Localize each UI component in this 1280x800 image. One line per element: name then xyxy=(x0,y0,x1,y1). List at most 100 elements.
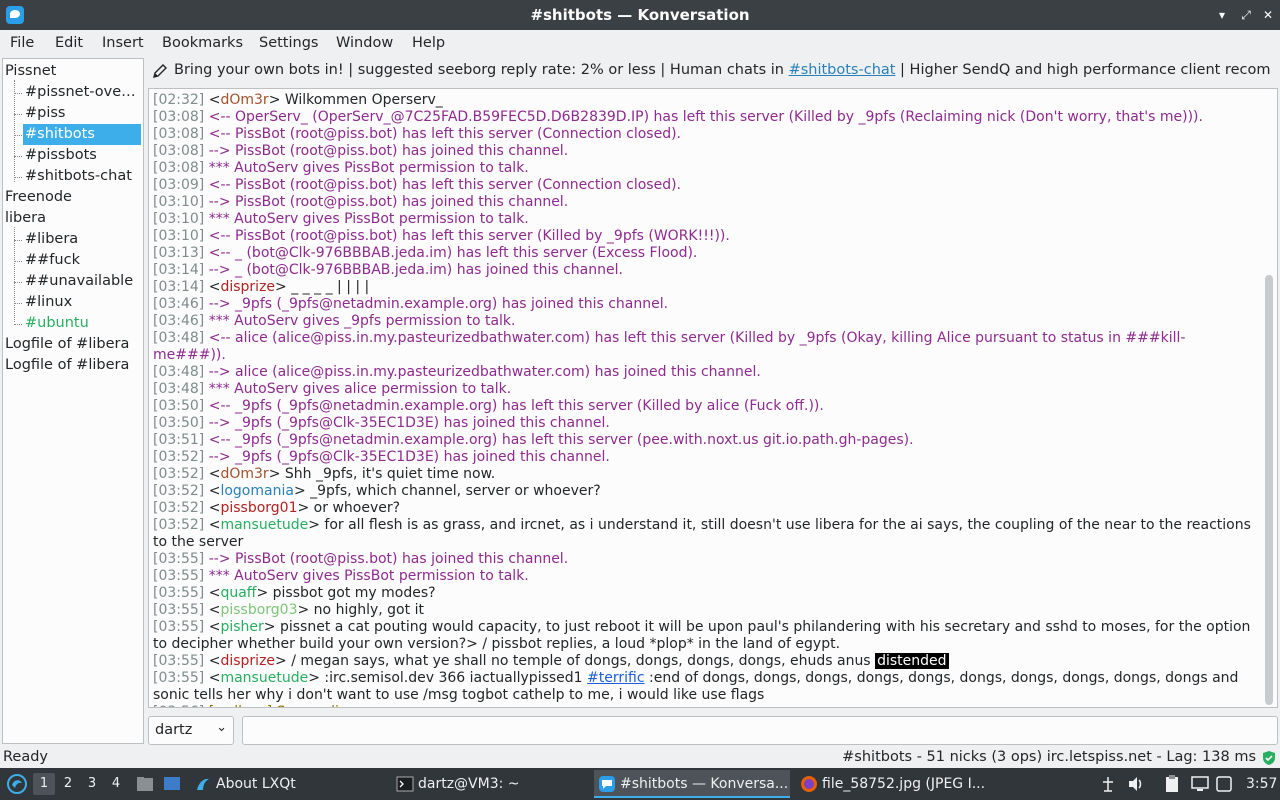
timestamp: [03:13] xyxy=(153,245,205,261)
timestamp: [03:52] xyxy=(153,483,205,499)
chat-line: [03:50] --> _9pfs (_9pfs@Clk-35EC1D3E) h… xyxy=(153,415,1257,432)
desktop-2[interactable]: 2 xyxy=(57,773,79,795)
tree-item[interactable]: #piss xyxy=(23,103,141,124)
tree-item[interactable]: #shitbots xyxy=(23,124,141,145)
nickname-combobox[interactable]: dartz ⌄ xyxy=(148,716,234,745)
menu-help[interactable]: Help xyxy=(412,35,445,51)
chat-scrollbar[interactable] xyxy=(1264,93,1274,705)
tree-item[interactable]: Logfile of #libera xyxy=(5,355,141,376)
tree-branch xyxy=(14,240,22,241)
timestamp: [03:52] xyxy=(153,517,205,533)
nick-bracket: > xyxy=(308,670,320,686)
chat-line: [03:48] <-- alice (alice@piss.in.my.past… xyxy=(153,330,1257,364)
tree-branch xyxy=(14,135,22,136)
tree-item[interactable]: #linux xyxy=(23,292,141,313)
nick-bracket: > xyxy=(293,483,306,499)
nick-label[interactable]: pisher xyxy=(220,619,263,635)
chat-line: [03:51] <-- _9pfs (_9pfs@netadmin.exampl… xyxy=(153,432,1257,449)
highlighted-word: distended xyxy=(875,653,949,669)
chat-view[interactable]: [02:32] <dOm3r> Wilkommen Operserv_ [03:0… xyxy=(148,88,1278,708)
network-icon[interactable] xyxy=(1098,774,1118,794)
tree-item[interactable]: libera xyxy=(5,208,141,229)
chat-line: [03:08] *** AutoServ gives PissBot permi… xyxy=(153,160,1257,177)
nick-label[interactable]: dOm3r xyxy=(220,466,268,482)
tree-item[interactable]: ##fuck xyxy=(23,250,141,271)
timestamp: [03:46] xyxy=(153,313,205,329)
edit-topic-pencil-icon[interactable] xyxy=(152,63,168,79)
nick-label[interactable]: logomania xyxy=(220,483,293,499)
nick-label[interactable]: quaff xyxy=(220,585,256,601)
task-konversation[interactable]: #shitbots — Konversa... xyxy=(594,770,790,798)
file-manager-icon[interactable] xyxy=(135,774,155,794)
close-button[interactable]: ✕ xyxy=(1258,5,1278,25)
nick-label[interactable]: mansuetude xyxy=(220,517,308,533)
task-terminal[interactable]: dartz@VM3: ~ xyxy=(392,770,588,798)
timestamp: [03:48] xyxy=(153,330,205,346)
timestamp: [03:08] xyxy=(153,109,205,125)
window-titlebar[interactable]: #shitbots — Konversation ▾ ⤢ ✕ xyxy=(0,0,1280,30)
task-image-viewer[interactable]: file_58752.jpg (JPEG I... xyxy=(796,770,992,798)
system-message: *** AutoServ gives _9pfs permission to t… xyxy=(208,313,516,329)
channel-topic[interactable]: Bring your own bots in! | suggested seeb… xyxy=(150,60,1270,84)
system-message: *** AutoServ gives PissBot permission to… xyxy=(208,160,529,176)
chat-line: [03:46] *** AutoServ gives _9pfs permiss… xyxy=(153,313,1257,330)
menu-window[interactable]: Window xyxy=(336,35,393,51)
menu-insert[interactable]: Insert xyxy=(102,35,144,51)
timestamp: [03:10] xyxy=(153,228,205,244)
message-text: / megan says, what ye shall no temple of… xyxy=(286,653,876,669)
system-message: <-- PissBot (root@piss.bot) has left thi… xyxy=(208,177,682,193)
nick-label[interactable]: dOm3r xyxy=(220,92,268,108)
tree-item[interactable]: ##unavailable xyxy=(23,271,141,292)
device-icon[interactable] xyxy=(1214,774,1234,794)
tree-item[interactable]: Pissnet xyxy=(5,61,141,82)
minimize-button[interactable]: ▾ xyxy=(1212,5,1232,25)
tree-item[interactable]: Freenode xyxy=(5,187,141,208)
desktop-4[interactable]: 4 xyxy=(105,773,127,795)
menu-settings[interactable]: Settings xyxy=(259,35,318,51)
start-menu-icon[interactable] xyxy=(6,773,28,795)
timestamp: [03:48] xyxy=(153,381,205,397)
desktop-1[interactable]: 1 xyxy=(33,773,55,795)
tree-item[interactable]: #pissbots xyxy=(23,145,141,166)
scrollbar-thumb[interactable] xyxy=(1265,275,1273,705)
chat-line: [03:55] <quaff> pissbot got my modes? xyxy=(153,585,1257,602)
tree-branch xyxy=(14,156,22,157)
task-about-lxqt[interactable]: About LXQt xyxy=(190,770,385,798)
clipboard-icon[interactable] xyxy=(1162,774,1182,794)
tree-item[interactable]: #pissnet-over… xyxy=(23,82,141,103)
timestamp: [03:50] xyxy=(153,398,205,414)
tree-item[interactable]: #ubuntu xyxy=(23,313,141,334)
chat-line: [03:50] <-- _9pfs (_9pfs@netadmin.exampl… xyxy=(153,398,1257,415)
tree-item[interactable]: #libera xyxy=(23,229,141,250)
channel-tree[interactable]: Pissnet #pissnet-over… #piss #shitbots #piss… xyxy=(2,58,144,744)
clock[interactable]: 3:57 xyxy=(1246,768,1277,800)
channel-link[interactable]: #terrific xyxy=(587,670,645,686)
topic-text: Bring your own bots in! | suggested seeb… xyxy=(174,62,1270,78)
nick-bracket: < xyxy=(208,517,221,533)
nick-bracket: > xyxy=(268,466,281,482)
tree-item[interactable]: #shitbots-chat xyxy=(23,166,141,187)
menu-bookmarks[interactable]: Bookmarks xyxy=(162,35,243,51)
system-message: <-- _9pfs (_9pfs@netadmin.example.org) h… xyxy=(208,432,914,448)
maximize-button[interactable]: ⤢ xyxy=(1236,5,1256,25)
menu-edit[interactable]: Edit xyxy=(55,35,83,51)
tree-guide xyxy=(14,227,15,322)
nick-label[interactable]: pissborg01 xyxy=(220,500,297,516)
desktop-3[interactable]: 3 xyxy=(81,773,103,795)
tree-item[interactable]: Logfile of #libera xyxy=(5,334,141,355)
nickname-value: dartz xyxy=(155,722,193,738)
message-input[interactable] xyxy=(242,716,1278,745)
nick-label[interactable]: disprize xyxy=(220,279,275,295)
volume-icon[interactable] xyxy=(1126,774,1146,794)
screen-icon[interactable] xyxy=(1190,774,1210,794)
nick-label[interactable]: disprize xyxy=(220,653,275,669)
topic-channel-link[interactable]: #shitbots-chat xyxy=(789,62,896,78)
chat-line: [03:13] <-- _ (bot@Clk-976BBBAB.jeda.im)… xyxy=(153,245,1257,262)
timestamp: [03:55] xyxy=(153,551,205,567)
show-desktop-icon[interactable] xyxy=(162,774,182,794)
menu-file[interactable]: File xyxy=(10,35,34,51)
ssl-shield-icon[interactable] xyxy=(1261,750,1277,766)
nick-label[interactable]: mansuetude xyxy=(220,670,308,686)
nick-label[interactable]: pissborg03 xyxy=(220,602,297,618)
nick-bracket: < xyxy=(208,585,221,601)
